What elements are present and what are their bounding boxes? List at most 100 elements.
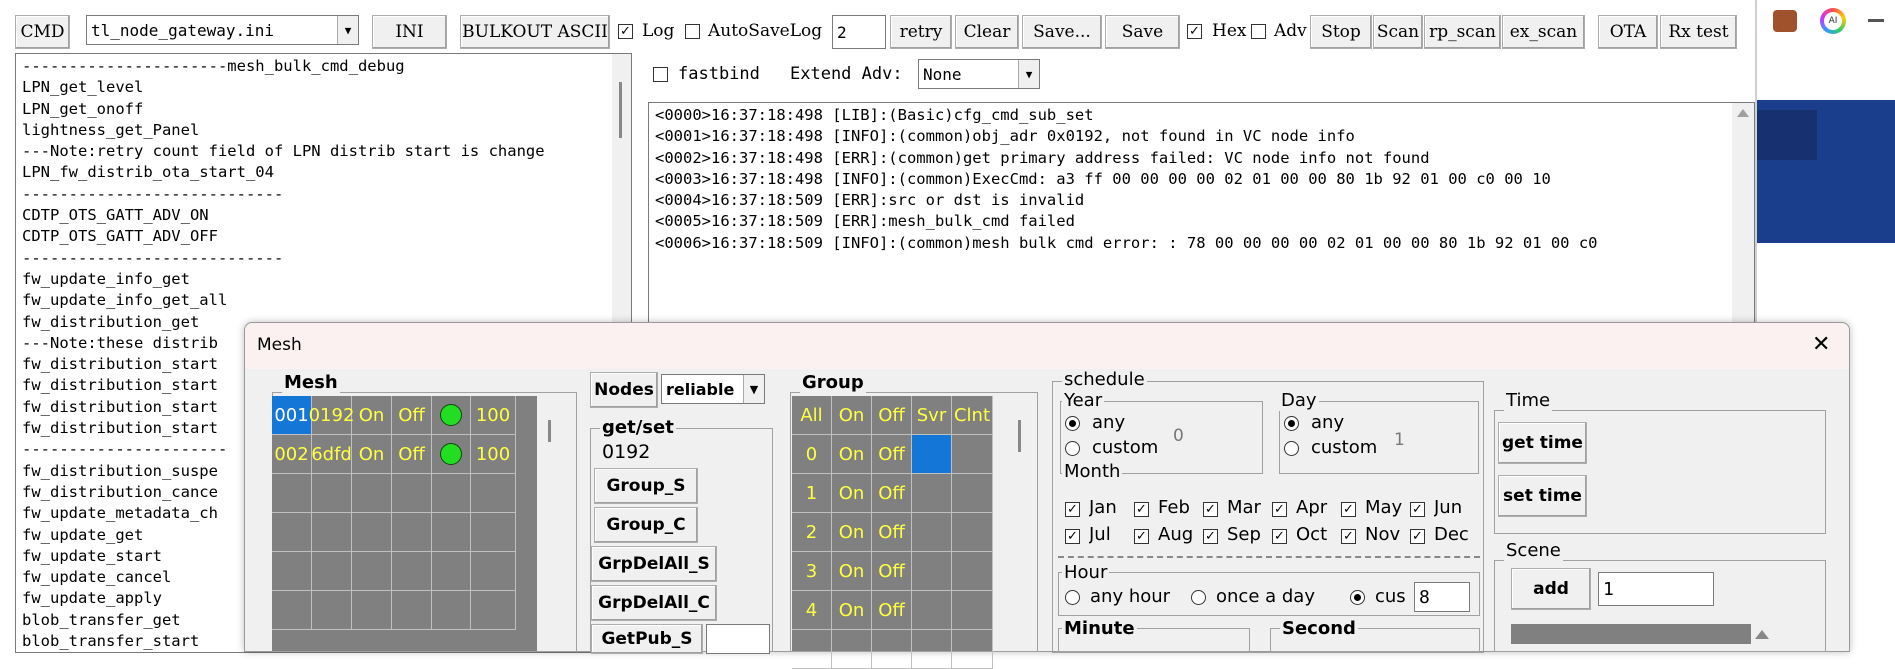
node-empty-cell[interactable] [352, 513, 392, 552]
group-s-button[interactable]: Group_S [594, 468, 698, 504]
set-time-button[interactable]: set time [1498, 475, 1587, 517]
command-list-item[interactable]: fw_update_info_get [22, 269, 631, 290]
node-on-cell[interactable]: On [352, 435, 392, 474]
node-empty-cell[interactable] [392, 474, 432, 513]
node-empty-cell[interactable] [272, 591, 312, 630]
bulkout-ascii-button[interactable]: BULKOUT ASCII [460, 15, 610, 49]
node-address-cell[interactable]: 0192 [309, 396, 354, 435]
command-list-item[interactable]: ----------------------mesh_bulk_cmd_debu… [22, 56, 631, 77]
group-grid[interactable]: All On Off Svr Clnt 0 On Off 1 On Off 2 On Off 3 On Off 4… [792, 396, 993, 669]
group-clnt-cell[interactable] [952, 435, 993, 474]
month-checkbox[interactable]: ✓ [1134, 502, 1149, 517]
node-address-cell[interactable]: 6dfd [311, 435, 352, 474]
group-id-cell[interactable]: 3 [792, 552, 832, 591]
command-list-item[interactable]: CDTP_OTS_GATT_ADV_ON [22, 205, 631, 226]
save-button[interactable]: Save [1105, 15, 1180, 49]
get-time-button[interactable]: get time [1498, 422, 1587, 464]
group-svr-cell[interactable] [912, 513, 952, 552]
node-status-cell[interactable] [432, 435, 471, 474]
node-empty-cell[interactable] [392, 552, 432, 591]
hour-value-input[interactable]: 8 [1414, 582, 1470, 612]
group-c-button[interactable]: Group_C [594, 507, 698, 543]
group-on-cell[interactable]: On [832, 513, 872, 552]
briefcase-icon[interactable] [1773, 10, 1797, 32]
scrollbar-thumb[interactable] [619, 82, 622, 138]
scrollbar-thumb[interactable] [548, 420, 551, 442]
group-on-cell[interactable]: On [832, 552, 872, 591]
ini-button[interactable]: INI [372, 15, 447, 49]
cmd-button[interactable]: CMD [15, 15, 70, 49]
hour-once-radio[interactable] [1191, 590, 1206, 605]
month-checkbox[interactable]: ✓ [1203, 502, 1218, 517]
scene-number-input[interactable]: 1 [1598, 572, 1714, 606]
node-empty-cell[interactable] [352, 552, 392, 591]
retry-input[interactable]: 2 [832, 15, 886, 49]
group-off-cell[interactable]: Off [872, 474, 912, 513]
adv-checkbox[interactable] [1251, 24, 1266, 39]
node-empty-cell[interactable] [312, 513, 352, 552]
group-header-cell[interactable]: Clnt [952, 396, 993, 435]
group-on-cell[interactable]: On [832, 474, 872, 513]
month-checkbox[interactable]: ✓ [1272, 502, 1287, 517]
node-id-cell[interactable]: 001 [272, 396, 312, 435]
hour-cus-radio[interactable] [1350, 590, 1365, 605]
rp-scan-button[interactable]: rp_scan [1424, 15, 1501, 49]
ex-scan-button[interactable]: ex_scan [1502, 15, 1585, 49]
group-clnt-cell[interactable] [952, 591, 993, 630]
hex-checkbox[interactable]: ✓ [1187, 24, 1202, 39]
node-empty-cell[interactable] [432, 513, 471, 552]
command-list-item[interactable]: ---------------------------- [22, 184, 631, 205]
stop-button[interactable]: Stop [1310, 15, 1372, 49]
node-id-cell[interactable]: 002 [272, 435, 312, 474]
group-clnt-cell[interactable] [952, 552, 993, 591]
month-checkbox[interactable]: ✓ [1341, 529, 1356, 544]
node-empty-cell[interactable] [312, 552, 352, 591]
grpdelall-s-button[interactable]: GrpDelAll_S [591, 546, 717, 582]
log-scrollbar[interactable] [1732, 103, 1754, 331]
scroll-up-icon[interactable] [1737, 109, 1749, 117]
command-list-item[interactable]: LPN_fw_distrib_ota_start_04 [22, 162, 631, 183]
close-icon[interactable]: ✕ [1812, 332, 1830, 357]
node-empty-cell[interactable] [312, 474, 352, 513]
group-empty-cell[interactable] [832, 630, 872, 669]
scene-list-scroll-up-icon[interactable] [1755, 630, 1769, 639]
log-output[interactable]: <0000>16:37:18:498 [LIB]:(Basic)cfg_cmd_… [648, 102, 1755, 332]
node-empty-cell[interactable] [471, 591, 516, 630]
node-empty-cell[interactable] [471, 552, 516, 591]
node-level-cell[interactable]: 100 [471, 396, 516, 435]
node-empty-cell[interactable] [392, 591, 432, 630]
command-list-item[interactable]: ---Note:retry count field of LPN distrib… [22, 141, 631, 162]
month-checkbox[interactable]: ✓ [1410, 529, 1425, 544]
month-checkbox[interactable]: ✓ [1134, 529, 1149, 544]
group-svr-cell[interactable] [912, 591, 952, 630]
group-clnt-cell[interactable] [952, 474, 993, 513]
group-empty-cell[interactable] [872, 630, 912, 669]
month-checkbox[interactable]: ✓ [1410, 502, 1425, 517]
group-off-cell[interactable]: Off [872, 591, 912, 630]
node-empty-cell[interactable] [471, 474, 516, 513]
command-list-item[interactable]: CDTP_OTS_GATT_ADV_OFF [22, 226, 631, 247]
node-empty-cell[interactable] [471, 513, 516, 552]
scan-button[interactable]: Scan [1373, 15, 1423, 49]
day-any-radio[interactable] [1284, 416, 1299, 431]
group-off-cell[interactable]: Off [872, 552, 912, 591]
group-empty-cell[interactable] [912, 630, 952, 669]
node-empty-cell[interactable] [272, 552, 312, 591]
scene-list[interactable] [1511, 624, 1751, 644]
node-empty-cell[interactable] [392, 513, 432, 552]
hour-any-radio[interactable] [1065, 590, 1080, 605]
getpub-input[interactable] [706, 624, 770, 654]
group-id-cell[interactable]: 1 [792, 474, 832, 513]
node-empty-cell[interactable] [352, 591, 392, 630]
autosavelog-checkbox[interactable] [685, 24, 700, 39]
fastbind-checkbox[interactable] [653, 67, 668, 82]
command-list-item[interactable]: fw_update_info_get_all [22, 290, 631, 311]
command-list-item[interactable]: LPN_get_level [22, 77, 631, 98]
chevron-down-icon[interactable]: ▼ [743, 375, 764, 403]
command-list-item[interactable]: lightness_get_Panel [22, 120, 631, 141]
node-off-cell[interactable]: Off [392, 396, 432, 435]
group-grid-scrollbar[interactable] [1010, 416, 1030, 651]
chevron-down-icon[interactable]: ▼ [1018, 60, 1039, 88]
group-header-cell[interactable]: Svr [912, 396, 952, 435]
getpub-s-button[interactable]: GetPub_S [591, 624, 703, 654]
